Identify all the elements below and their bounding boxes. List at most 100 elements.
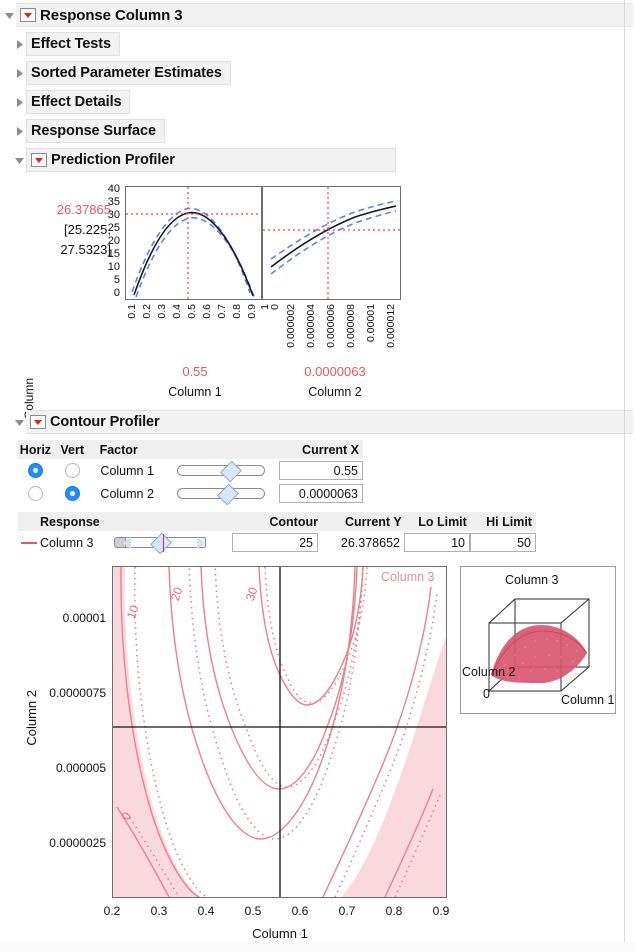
disclosure-triangle-closed-icon[interactable] (12, 89, 26, 115)
factor-label-column1: Column 1 (100, 463, 154, 478)
section-sorted-parameter-estimates[interactable]: Sorted Parameter Estimates (12, 60, 231, 86)
section-effect-tests[interactable]: Effect Tests (12, 31, 120, 57)
profiler-panel-column2[interactable] (262, 186, 401, 300)
response-row-column3: Column 3 25 26.378652 10 50 (18, 531, 536, 554)
radio-horiz-column2[interactable] (28, 486, 44, 501)
profiler-x-tick: 0.00001 (365, 304, 377, 342)
contour-plot-y-tick: 0.0000025 (49, 836, 106, 850)
response-color-swatch (21, 541, 37, 544)
profiler-x-tick: 0.7 (216, 304, 228, 319)
profiler-x-tick: 0.000002 (285, 304, 297, 348)
contour-plot-y-tick: 0.000005 (55, 761, 106, 775)
contour-plot-x-tick: 0.7 (338, 904, 356, 918)
surface-plot-origin-label: 0 (483, 687, 490, 701)
disclosure-triangle-open-icon[interactable] (12, 147, 26, 173)
factor-slider-column1[interactable] (176, 460, 265, 483)
jmp-report-window: Response Column 3 Effect Tests Sorted Pa… (0, 0, 635, 952)
profiler-current-x-column2[interactable]: 0.0000063 (280, 364, 390, 379)
profiler-y-tick: 20 (107, 235, 120, 247)
factor-row-column2: Column 2 0.0000063 (18, 482, 363, 506)
profiler-panel-column1-plot (126, 187, 261, 299)
profiler-x-tick: 0.2 (141, 304, 153, 319)
col-header-lo-limit: Lo Limit (418, 514, 467, 529)
section-contour-profiler[interactable]: Contour Profiler (12, 409, 633, 435)
profiler-current-x-column1[interactable]: 0.55 (155, 364, 235, 379)
profiler-x-tick: 0.9 (246, 304, 258, 319)
window-bottom-band (0, 942, 635, 952)
section-title: Contour Profiler (50, 414, 160, 430)
surface-plot-x-label: Column 1 (561, 693, 615, 707)
radio-horiz-column1[interactable] (28, 463, 44, 478)
contour-arrow-left-outline (121, 536, 132, 554)
factor-row-column1: Column 1 0.55 (18, 459, 363, 483)
section-prediction-profiler[interactable]: Prediction Profiler (12, 147, 396, 173)
section-title: Prediction Profiler (51, 152, 175, 168)
section-header-box[interactable]: Response Surface (26, 119, 165, 143)
contour-slider-thumb[interactable] (150, 532, 172, 554)
profiler-factor-label-column1: Column 1 (168, 385, 222, 399)
section-header-box[interactable]: Prediction Profiler (26, 148, 396, 172)
factor-slider-column2[interactable] (176, 483, 265, 506)
section-title: Response Surface (31, 123, 156, 139)
profiler-y-tick: 10 (107, 261, 120, 273)
profiler-y-tick: 15 (107, 248, 120, 260)
profiler-x-tick: 0.000012 (385, 304, 397, 348)
profiler-y-tick: 5 (113, 274, 120, 286)
contour-arrow-right-icon[interactable] (197, 536, 205, 549)
slider-thumb[interactable] (217, 483, 239, 506)
contour-plot-x-axis-label: Column 1 (252, 926, 308, 941)
profiler-x-tick: 0.5 (186, 304, 198, 319)
section-title: Response Column 3 (40, 6, 183, 24)
window-right-edge (624, 0, 625, 952)
contour-response-table: Response Contour Current Y Lo Limit Hi L… (18, 512, 536, 554)
radio-vert-column2[interactable] (65, 486, 81, 501)
contour-value-input[interactable]: 25 (232, 533, 318, 552)
profiler-y-tick: 30 (107, 209, 120, 221)
lo-limit-input[interactable]: 10 (404, 533, 470, 552)
profiler-y-tick: 0 (113, 287, 120, 299)
section-title: Effect Tests (31, 36, 111, 52)
radio-vert-column1[interactable] (65, 463, 81, 478)
section-header-box[interactable]: Contour Profiler (26, 410, 633, 434)
col-header-horiz: Horiz (19, 442, 52, 457)
section-response-column3[interactable]: Response Column 3 (2, 2, 633, 28)
section-effect-details[interactable]: Effect Details (12, 89, 131, 115)
profiler-y-tick: 35 (107, 196, 120, 208)
profiler-y-tick: 40 (107, 183, 120, 195)
disclosure-triangle-open-icon[interactable] (12, 409, 26, 435)
profiler-factor-label-column2: Column 2 (308, 385, 362, 399)
disclosure-triangle-closed-icon[interactable] (12, 60, 26, 86)
profiler-x-tick: 0 (269, 304, 281, 310)
section-title: Effect Details (31, 94, 122, 110)
profiler-x-tick: 0.000008 (345, 304, 357, 348)
contour-plot-canvas (113, 567, 446, 897)
red-triangle-menu-icon[interactable] (31, 153, 47, 167)
contour-plot-x-tick: 0.3 (150, 904, 168, 918)
profiler-x-tick: 0.000004 (305, 304, 317, 348)
col-header-current-y: Current Y (344, 514, 402, 529)
surface-plot-box[interactable]: Column 3 Column 2 0 Column 1 (460, 566, 616, 714)
hi-limit-input[interactable]: 50 (470, 533, 536, 552)
contour-plot-legend-label: Column 3 (381, 570, 435, 584)
disclosure-triangle-closed-icon[interactable] (12, 31, 26, 57)
profiler-y-tick: 25 (107, 222, 120, 234)
contour-slider[interactable] (112, 532, 216, 554)
section-response-surface[interactable]: Response Surface (12, 118, 165, 144)
contour-plot-x-tick: 0.8 (385, 904, 403, 918)
section-header-box[interactable]: Effect Details (26, 90, 131, 114)
slider-thumb[interactable] (220, 460, 242, 483)
response-label-column3: Column 3 (40, 535, 94, 550)
red-triangle-menu-icon[interactable] (30, 415, 46, 429)
section-header-box[interactable]: Sorted Parameter Estimates (26, 61, 231, 85)
disclosure-triangle-open-icon[interactable] (2, 2, 16, 28)
section-title: Sorted Parameter Estimates (31, 65, 222, 81)
current-x-input-column1[interactable]: 0.55 (278, 461, 363, 480)
red-triangle-menu-icon[interactable] (20, 8, 36, 22)
contour-plot-x-tick: 0.4 (197, 904, 215, 918)
disclosure-triangle-closed-icon[interactable] (12, 118, 26, 144)
section-header-box[interactable]: Effect Tests (26, 32, 120, 56)
contour-plot[interactable]: Column 3 10 20 30 0 (112, 566, 447, 898)
section-header-box[interactable]: Response Column 3 (16, 3, 633, 27)
current-x-input-column2[interactable]: 0.0000063 (278, 484, 363, 503)
profiler-panel-column1[interactable] (125, 186, 262, 300)
